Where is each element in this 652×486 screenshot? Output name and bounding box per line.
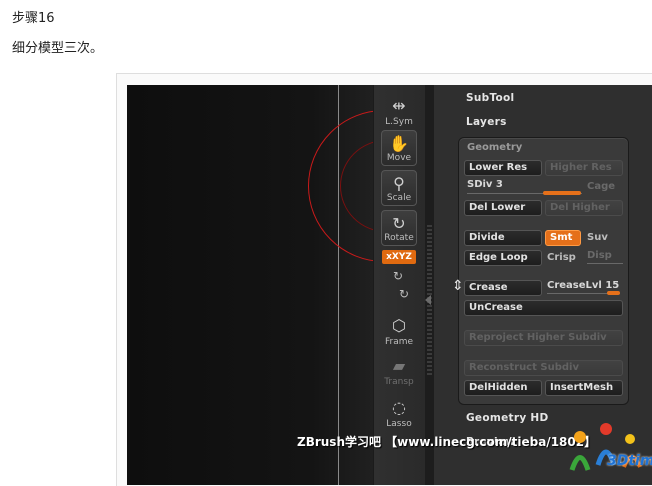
reconstruct-button[interactable]: Reconstruct Subdiv bbox=[464, 360, 623, 376]
site-logo bbox=[569, 423, 642, 471]
watermark-text: ZBrush学习吧 【www.linecg.com/tieba/1802】 bbox=[297, 435, 597, 449]
del-lower-button[interactable]: Del Lower bbox=[464, 200, 542, 216]
y-rotate-icon[interactable]: ↻ bbox=[393, 269, 403, 283]
geometry-header[interactable]: Geometry bbox=[467, 142, 522, 153]
resize-cursor-icon: ⇕ bbox=[452, 278, 464, 294]
scale-label: Scale bbox=[386, 193, 412, 203]
rotate-icon: ↻ bbox=[392, 214, 406, 233]
disp-slider-label: Disp bbox=[587, 250, 612, 261]
step-title: 步骤16 bbox=[12, 11, 55, 26]
crease-level-label: CreaseLvl 15 bbox=[547, 280, 620, 291]
hand-icon: ✋ bbox=[389, 134, 409, 153]
move-label: Move bbox=[386, 153, 412, 163]
zbrush-screenshot: ⇹ L.Sym ✋ Move ⚲ Scale ↻ Rotate xXYZ ↻ ↻… bbox=[127, 85, 652, 485]
geometry-hd-header[interactable]: Geometry HD bbox=[466, 412, 549, 424]
higher-res-button[interactable]: Higher Res bbox=[545, 160, 623, 176]
collapse-arrow-icon[interactable] bbox=[425, 295, 431, 305]
cube-icon: ⬡ bbox=[392, 316, 406, 335]
edge-loop-button[interactable]: Edge Loop bbox=[464, 250, 542, 266]
lower-res-button[interactable]: Lower Res bbox=[464, 160, 542, 176]
symmetry-icon: ⇹ bbox=[392, 96, 406, 115]
subtool-header[interactable]: SubTool bbox=[466, 92, 514, 104]
suv-toggle[interactable]: Suv bbox=[587, 232, 608, 243]
insertmesh-button[interactable]: InsertMesh bbox=[545, 380, 623, 396]
smt-toggle[interactable]: Smt bbox=[545, 230, 581, 246]
reproject-button[interactable]: Reproject Higher Subdiv bbox=[464, 330, 623, 346]
lasso-label: Lasso bbox=[386, 419, 412, 429]
z-rotate-icon[interactable]: ↻ bbox=[399, 287, 409, 301]
xyz-button[interactable]: xXYZ bbox=[382, 250, 416, 264]
sdiv-slider-label: SDiv 3 bbox=[467, 179, 503, 190]
rotate-button[interactable]: ↻ Rotate bbox=[381, 210, 417, 246]
cage-button[interactable]: Cage bbox=[587, 181, 615, 192]
transp-button[interactable]: ▰ Transp bbox=[381, 353, 417, 389]
crease-button[interactable]: Crease bbox=[464, 280, 542, 296]
scale-button[interactable]: ⚲ Scale bbox=[381, 170, 417, 206]
frame-label: Frame bbox=[384, 337, 414, 347]
rotate-label: Rotate bbox=[384, 233, 414, 243]
step-description: 细分模型三次。 bbox=[12, 41, 104, 56]
frame-button[interactable]: ⬡ Frame bbox=[381, 313, 417, 349]
crisp-toggle[interactable]: Crisp bbox=[547, 252, 576, 263]
uncrease-button[interactable]: UnCrease bbox=[464, 300, 623, 316]
lasso-button[interactable]: ◌ Lasso bbox=[381, 395, 417, 431]
canvas-viewport[interactable] bbox=[127, 85, 460, 485]
move-button[interactable]: ✋ Move bbox=[381, 130, 417, 166]
lasso-icon: ◌ bbox=[392, 398, 406, 417]
divide-button[interactable]: Divide bbox=[464, 230, 542, 246]
layers-header[interactable]: Layers bbox=[466, 116, 507, 128]
magnifier-icon: ⚲ bbox=[393, 174, 405, 193]
crease-level-fill[interactable] bbox=[607, 291, 620, 295]
right-shelf: ⇹ L.Sym ✋ Move ⚲ Scale ↻ Rotate xXYZ ↻ ↻… bbox=[373, 85, 426, 485]
logo-text: 3Dtime bbox=[607, 453, 652, 469]
lsym-button[interactable]: ⇹ L.Sym bbox=[381, 93, 417, 129]
delhidden-button[interactable]: DelHidden bbox=[464, 380, 542, 396]
transparency-icon: ▰ bbox=[392, 356, 406, 375]
disp-slider-track[interactable] bbox=[587, 263, 623, 264]
del-higher-button[interactable]: Del Higher bbox=[545, 200, 623, 216]
geometry-subpalette: Geometry Lower Res Higher Res SDiv 3 Cag… bbox=[452, 137, 629, 405]
sdiv-slider-fill[interactable] bbox=[543, 191, 581, 195]
transp-label: Transp bbox=[384, 377, 414, 387]
lsym-label: L.Sym bbox=[385, 117, 413, 127]
